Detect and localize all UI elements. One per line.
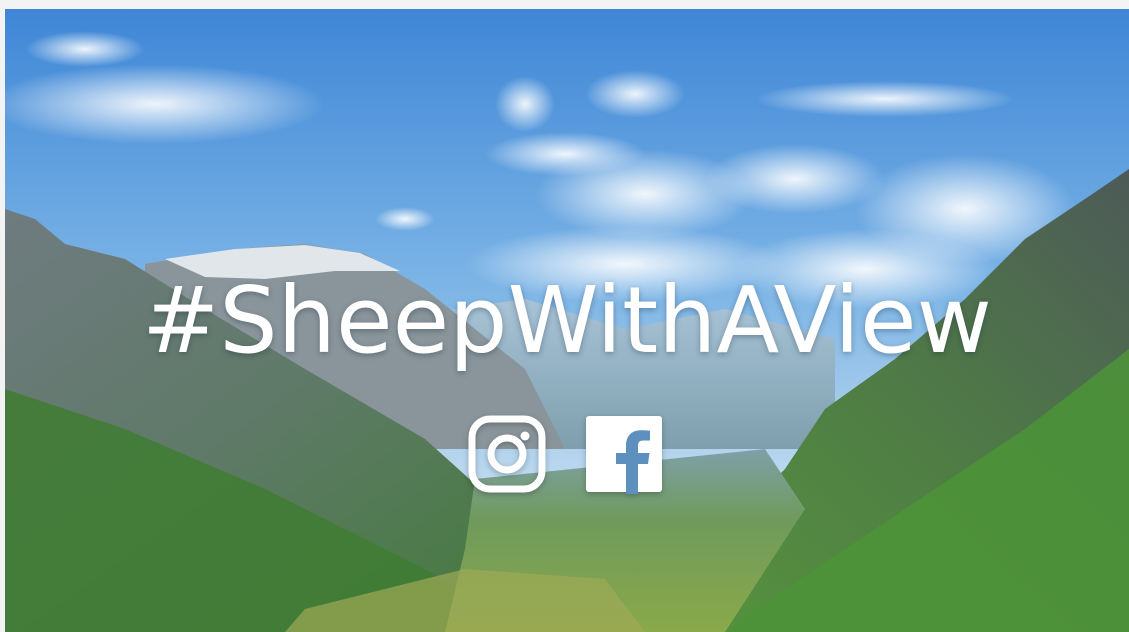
hero-banner: #SheepWithAView xyxy=(5,9,1129,632)
hashtag-title: #SheepWithAView xyxy=(142,267,992,374)
facebook-icon xyxy=(586,416,662,494)
social-links xyxy=(5,414,1129,494)
facebook-link[interactable] xyxy=(584,414,664,494)
instagram-icon xyxy=(468,415,546,493)
instagram-link[interactable] xyxy=(467,414,547,494)
